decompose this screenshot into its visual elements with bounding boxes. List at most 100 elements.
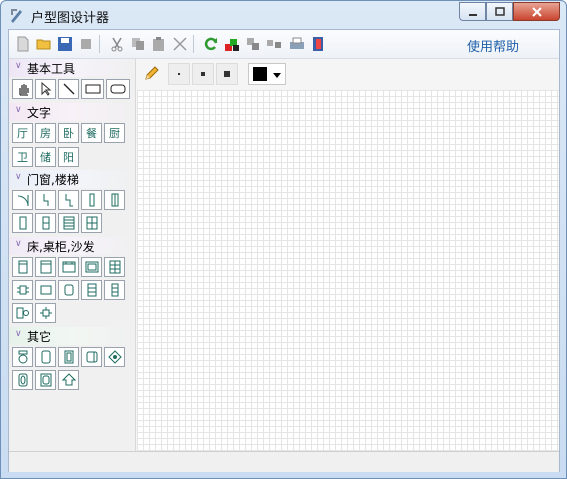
bed-headboard-tool[interactable] xyxy=(58,257,79,277)
app-window: 户型图设计器 使用帮助 ∨ 基本工具 ∨ 文字 厅 房 卧 餐 厨 卫 储 阳 … xyxy=(0,0,567,479)
size-large-button[interactable] xyxy=(216,63,238,85)
cut-icon xyxy=(111,37,123,52)
rounded-rectangle-tool[interactable] xyxy=(106,79,130,99)
tool-palette: ∨ 基本工具 ∨ 文字 厅 房 卧 餐 厨 卫 储 阳 ∨ 门窗,楼梯 ∨ 床,… xyxy=(9,59,136,451)
wardrobe-tool[interactable] xyxy=(104,257,125,277)
drawing-toolbar xyxy=(136,59,559,89)
folding-door-icon xyxy=(42,216,49,230)
design-canvas[interactable] xyxy=(137,90,559,451)
text-tool-kitchen[interactable]: 厨 xyxy=(104,123,125,143)
open-button[interactable] xyxy=(34,34,54,54)
stairs-tool[interactable] xyxy=(58,213,79,233)
pointer-tool[interactable] xyxy=(35,79,56,99)
bed-double-icon xyxy=(40,260,51,274)
bathtub-icon xyxy=(41,350,50,364)
sink-tool[interactable] xyxy=(81,347,102,367)
group-button[interactable] xyxy=(243,34,263,54)
desk-chair-tool[interactable] xyxy=(12,303,33,323)
help-link[interactable]: 使用帮助 xyxy=(467,36,519,55)
bathtub-tool[interactable] xyxy=(35,347,56,367)
refresh-button[interactable] xyxy=(201,34,221,54)
title-bar[interactable]: 户型图设计器 xyxy=(1,1,566,29)
close-button[interactable] xyxy=(513,2,560,21)
folding-door-tool[interactable] xyxy=(35,213,56,233)
round-table-icon xyxy=(39,307,52,319)
window-double-tool[interactable] xyxy=(104,190,125,210)
window-single-tool[interactable] xyxy=(81,190,102,210)
pencil-tool[interactable] xyxy=(142,63,162,83)
swing-door-icon xyxy=(17,195,28,207)
rectangle-tool[interactable] xyxy=(81,79,104,99)
dot-small-icon xyxy=(178,73,180,75)
sink-icon xyxy=(86,351,97,363)
text-tool-room[interactable]: 房 xyxy=(35,123,56,143)
shapes-button[interactable] xyxy=(222,34,242,54)
copy-button[interactable] xyxy=(128,34,148,54)
spiral-stairs-tool[interactable] xyxy=(81,213,102,233)
desk-chair-icon xyxy=(16,307,29,319)
coffee-table-tool[interactable] xyxy=(35,280,56,300)
cut-button[interactable] xyxy=(107,34,127,54)
house-tool[interactable] xyxy=(58,370,79,390)
category-furniture[interactable]: ∨ 床,桌柜,沙发 xyxy=(9,237,135,255)
text-tool-bedroom[interactable]: 卧 xyxy=(58,123,79,143)
minimize-icon xyxy=(468,13,477,16)
chevron-down-icon: ∨ xyxy=(15,61,22,71)
fridge-tool[interactable] xyxy=(58,347,79,367)
washbasin-tool[interactable] xyxy=(12,370,33,390)
washing-machine-tool[interactable] xyxy=(35,370,56,390)
shelf-tool[interactable] xyxy=(104,280,125,300)
ungroup-button[interactable] xyxy=(264,34,284,54)
size-medium-button[interactable] xyxy=(192,63,214,85)
text-tool-bathroom[interactable]: 卫 xyxy=(12,147,33,167)
new-icon xyxy=(17,36,29,52)
category-other[interactable]: ∨ 其它 xyxy=(9,327,135,345)
chair-tool[interactable] xyxy=(58,280,79,300)
paste-button[interactable] xyxy=(149,34,169,54)
shapes-icon xyxy=(225,39,239,51)
cabinet-icon xyxy=(87,283,96,297)
sliding-door-tool[interactable] xyxy=(12,213,33,233)
minimize-button[interactable] xyxy=(459,2,486,21)
stop-button[interactable] xyxy=(76,34,96,54)
hand-tool[interactable] xyxy=(12,79,33,99)
text-tool-hall[interactable]: 厅 xyxy=(12,123,33,143)
door-left-tool[interactable] xyxy=(35,190,56,210)
refresh-icon xyxy=(204,37,218,51)
client-area: 使用帮助 ∨ 基本工具 ∨ 文字 厅 房 卧 餐 厨 卫 储 阳 ∨ 门窗,楼梯… xyxy=(8,29,560,472)
round-table-tool[interactable] xyxy=(35,303,56,323)
new-button[interactable] xyxy=(13,34,33,54)
open-folder-icon xyxy=(36,39,51,50)
print-button[interactable] xyxy=(287,34,307,54)
main-toolbar: 使用帮助 xyxy=(9,30,559,59)
bed-single-tool[interactable] xyxy=(12,257,33,277)
color-picker[interactable] xyxy=(248,63,286,85)
toilet-tool[interactable] xyxy=(12,347,33,367)
text-tool-dining[interactable]: 餐 xyxy=(81,123,102,143)
close-icon xyxy=(531,6,542,17)
plant-tool[interactable] xyxy=(104,347,125,367)
pencil-ruler-icon xyxy=(11,9,22,23)
maximize-button[interactable] xyxy=(486,2,513,21)
door-right-tool[interactable] xyxy=(58,190,79,210)
category-doors-windows-stairs[interactable]: ∨ 门窗,楼梯 xyxy=(9,170,135,188)
bed-double-tool[interactable] xyxy=(35,257,56,277)
color-swatch xyxy=(253,67,267,81)
text-tool-storage[interactable]: 储 xyxy=(35,147,56,167)
category-basic-tools[interactable]: ∨ 基本工具 xyxy=(9,59,135,77)
dining-table-tool[interactable] xyxy=(12,280,33,300)
washing-machine-icon xyxy=(40,373,51,387)
cabinet-tool[interactable] xyxy=(81,280,102,300)
chevron-down-icon: ∨ xyxy=(15,105,22,115)
dot-large-icon xyxy=(224,71,230,77)
sofa-tool[interactable] xyxy=(81,257,102,277)
save-button[interactable] xyxy=(55,34,75,54)
delete-button[interactable] xyxy=(170,34,190,54)
text-tool-balcony[interactable]: 阳 xyxy=(58,147,79,167)
dot-medium-icon xyxy=(201,72,205,76)
swing-door-tool[interactable] xyxy=(12,190,33,210)
exit-button[interactable] xyxy=(308,34,328,54)
size-small-button[interactable] xyxy=(168,63,190,85)
line-tool[interactable] xyxy=(58,79,79,99)
category-text[interactable]: ∨ 文字 xyxy=(9,103,135,121)
